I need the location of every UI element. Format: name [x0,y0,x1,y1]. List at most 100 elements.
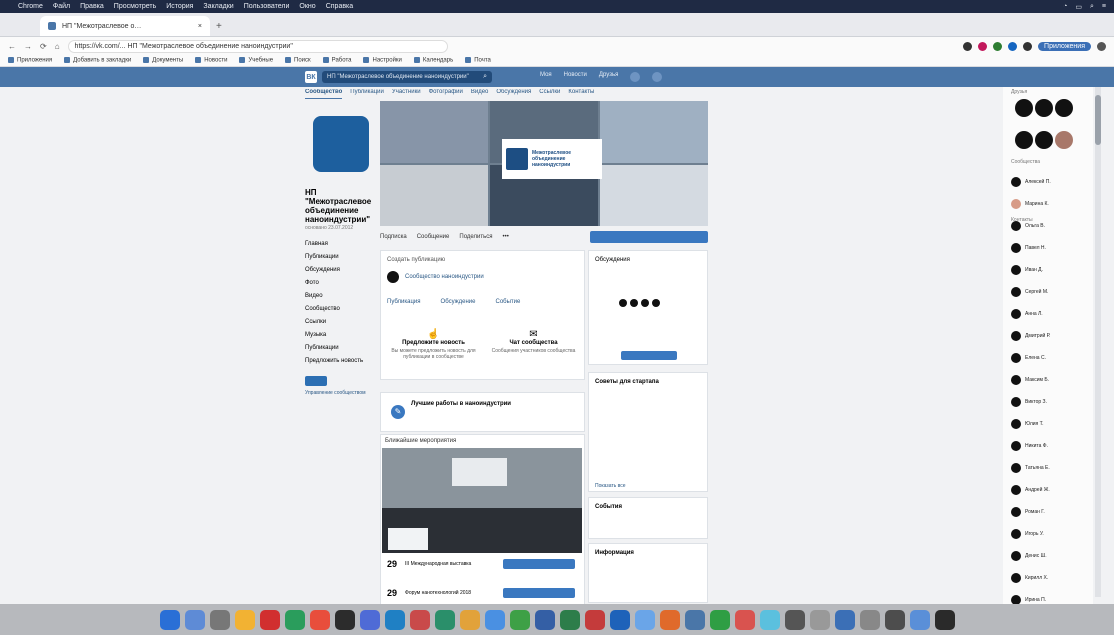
contact-row[interactable]: Елена С. [1011,353,1091,363]
dock-app-icon[interactable] [634,609,655,630]
suggest-title[interactable]: Предложите новость [391,340,476,346]
contact-row[interactable]: Никита Ф. [1011,441,1091,451]
contact-row[interactable]: Роман Г. [1011,507,1091,517]
contact-row[interactable]: Андрей Ж. [1011,485,1091,495]
menubar-item[interactable]: Окно [299,3,315,10]
dock-app-icon[interactable] [759,609,780,630]
dock-app-icon[interactable] [859,609,880,630]
dock-app-icon[interactable] [459,609,480,630]
bookmark[interactable]: Документы [143,57,183,64]
dock-app-icon[interactable] [559,609,580,630]
scrollbar[interactable] [1095,87,1101,597]
contact-row[interactable]: Виктор З. [1011,397,1091,407]
user-avatar[interactable] [630,72,641,82]
back-icon[interactable]: ← [8,42,16,51]
subtab[interactable]: Видео [471,89,489,99]
friend-avatar[interactable] [1015,99,1033,117]
extension-icon[interactable] [1023,41,1033,51]
url-bar[interactable]: https://vk.com/... НП "Межотраслевое объ… [67,39,448,53]
group-menu-item[interactable]: Обсуждения [305,267,375,273]
subtab[interactable]: Публикации [350,89,384,99]
subtab[interactable]: Ссылки [539,89,560,99]
dock-app-icon[interactable] [234,609,255,630]
wifi-icon[interactable]: ◔ [1063,3,1067,11]
contact-row[interactable]: Павел Н. [1011,243,1091,253]
dock-app-icon[interactable] [484,609,505,630]
contact-row[interactable]: Иван Д. [1011,265,1091,275]
menubar-item[interactable]: Файл [53,3,70,10]
group-menu-item[interactable]: Публикации [305,345,375,351]
extension-icon[interactable] [993,41,1003,51]
dock-app-icon[interactable] [159,609,180,630]
user-avatar[interactable] [630,299,638,307]
event-title[interactable]: III Международная выставка [405,561,495,567]
menubar-item[interactable]: Справка [326,3,353,10]
contact-row[interactable]: Кирилл Х. [1011,573,1091,583]
dock-app-icon[interactable] [934,609,955,630]
friend-avatar[interactable] [1035,131,1053,149]
dock-app-icon[interactable] [434,609,455,630]
battery-icon[interactable]: ▭ [1075,3,1082,11]
tag[interactable]: Обсуждение [441,299,476,305]
menubar-item[interactable]: Пользователи [244,3,290,10]
vk-nav-item[interactable]: Моя [540,72,552,82]
bookmark[interactable]: Приложения [8,57,52,64]
menubar-item[interactable]: Chrome [18,3,43,10]
dock-app-icon[interactable] [609,609,630,630]
tag[interactable]: Публикация [387,299,421,305]
subtab[interactable]: Сообщество [305,89,343,99]
contact-row[interactable]: Алексей П. [1011,177,1091,187]
event-photo[interactable] [382,448,582,553]
reload-icon[interactable]: ⟳ [40,42,47,51]
group-menu-item[interactable]: Публикации [305,254,375,260]
friend-avatar[interactable] [1035,99,1053,117]
friend-avatar[interactable] [1015,131,1033,149]
subtab[interactable]: Обсуждения [496,89,531,99]
menubar-item[interactable]: Правка [80,3,104,10]
author-name[interactable]: Сообщество наноиндустрии [405,274,484,280]
contact-row[interactable]: Денис Ш. [1011,551,1091,561]
vk-logo[interactable]: ВК [305,71,317,83]
profile-button[interactable]: Приложения [1038,41,1091,51]
dock-app-icon[interactable] [834,609,855,630]
edit-icon[interactable]: ✎ [391,405,405,419]
menubar-item[interactable]: Просмотреть [114,3,156,10]
dock-app-icon[interactable] [209,609,230,630]
search-icon[interactable]: ⌕ [1090,3,1094,11]
new-tab-button[interactable]: + [216,21,222,32]
bookmark[interactable]: Учебные [239,57,273,64]
bookmark[interactable]: Календарь [414,57,453,64]
subscribe-action[interactable]: Подписка [380,234,407,240]
highlight-title[interactable]: Лучшие работы в наноиндустрии [411,401,581,407]
extension-icon[interactable] [978,41,988,51]
close-tab-icon[interactable]: × [198,23,202,30]
group-menu-item[interactable]: Сообщество [305,306,375,312]
dock-app-icon[interactable] [809,609,830,630]
bookmark[interactable]: Добавить в закладки [64,57,131,64]
bookmark[interactable]: Настройки [363,57,401,64]
bookmark[interactable]: Почта [465,57,491,64]
dock-app-icon[interactable] [684,609,705,630]
bookmark[interactable]: Новости [195,57,227,64]
dock-app-icon[interactable] [659,609,680,630]
subscribe-button[interactable] [305,376,327,386]
subtab[interactable]: Контакты [568,89,594,99]
tag[interactable]: Событие [496,299,521,305]
bookmark[interactable]: Поиск [285,57,311,64]
group-menu-item[interactable]: Музыка [305,332,375,338]
contact-row[interactable]: Дмитрий Р. [1011,331,1091,341]
subtab[interactable]: Участники [392,89,421,99]
home-icon[interactable]: ⌂ [55,42,60,51]
dock-app-icon[interactable] [384,609,405,630]
dock-app-icon[interactable] [284,609,305,630]
event-button[interactable] [503,559,576,569]
contact-row[interactable]: Анна Л. [1011,309,1091,319]
dock-app-icon[interactable] [259,609,280,630]
user-avatar[interactable] [641,299,649,307]
share-action[interactable]: Поделиться [459,234,492,240]
join-button[interactable] [590,231,708,243]
chat-title[interactable]: Чат сообщества [491,340,576,346]
dock-app-icon[interactable] [184,609,205,630]
news-footer[interactable]: Показать все [595,483,626,489]
user-avatar[interactable] [652,299,660,307]
